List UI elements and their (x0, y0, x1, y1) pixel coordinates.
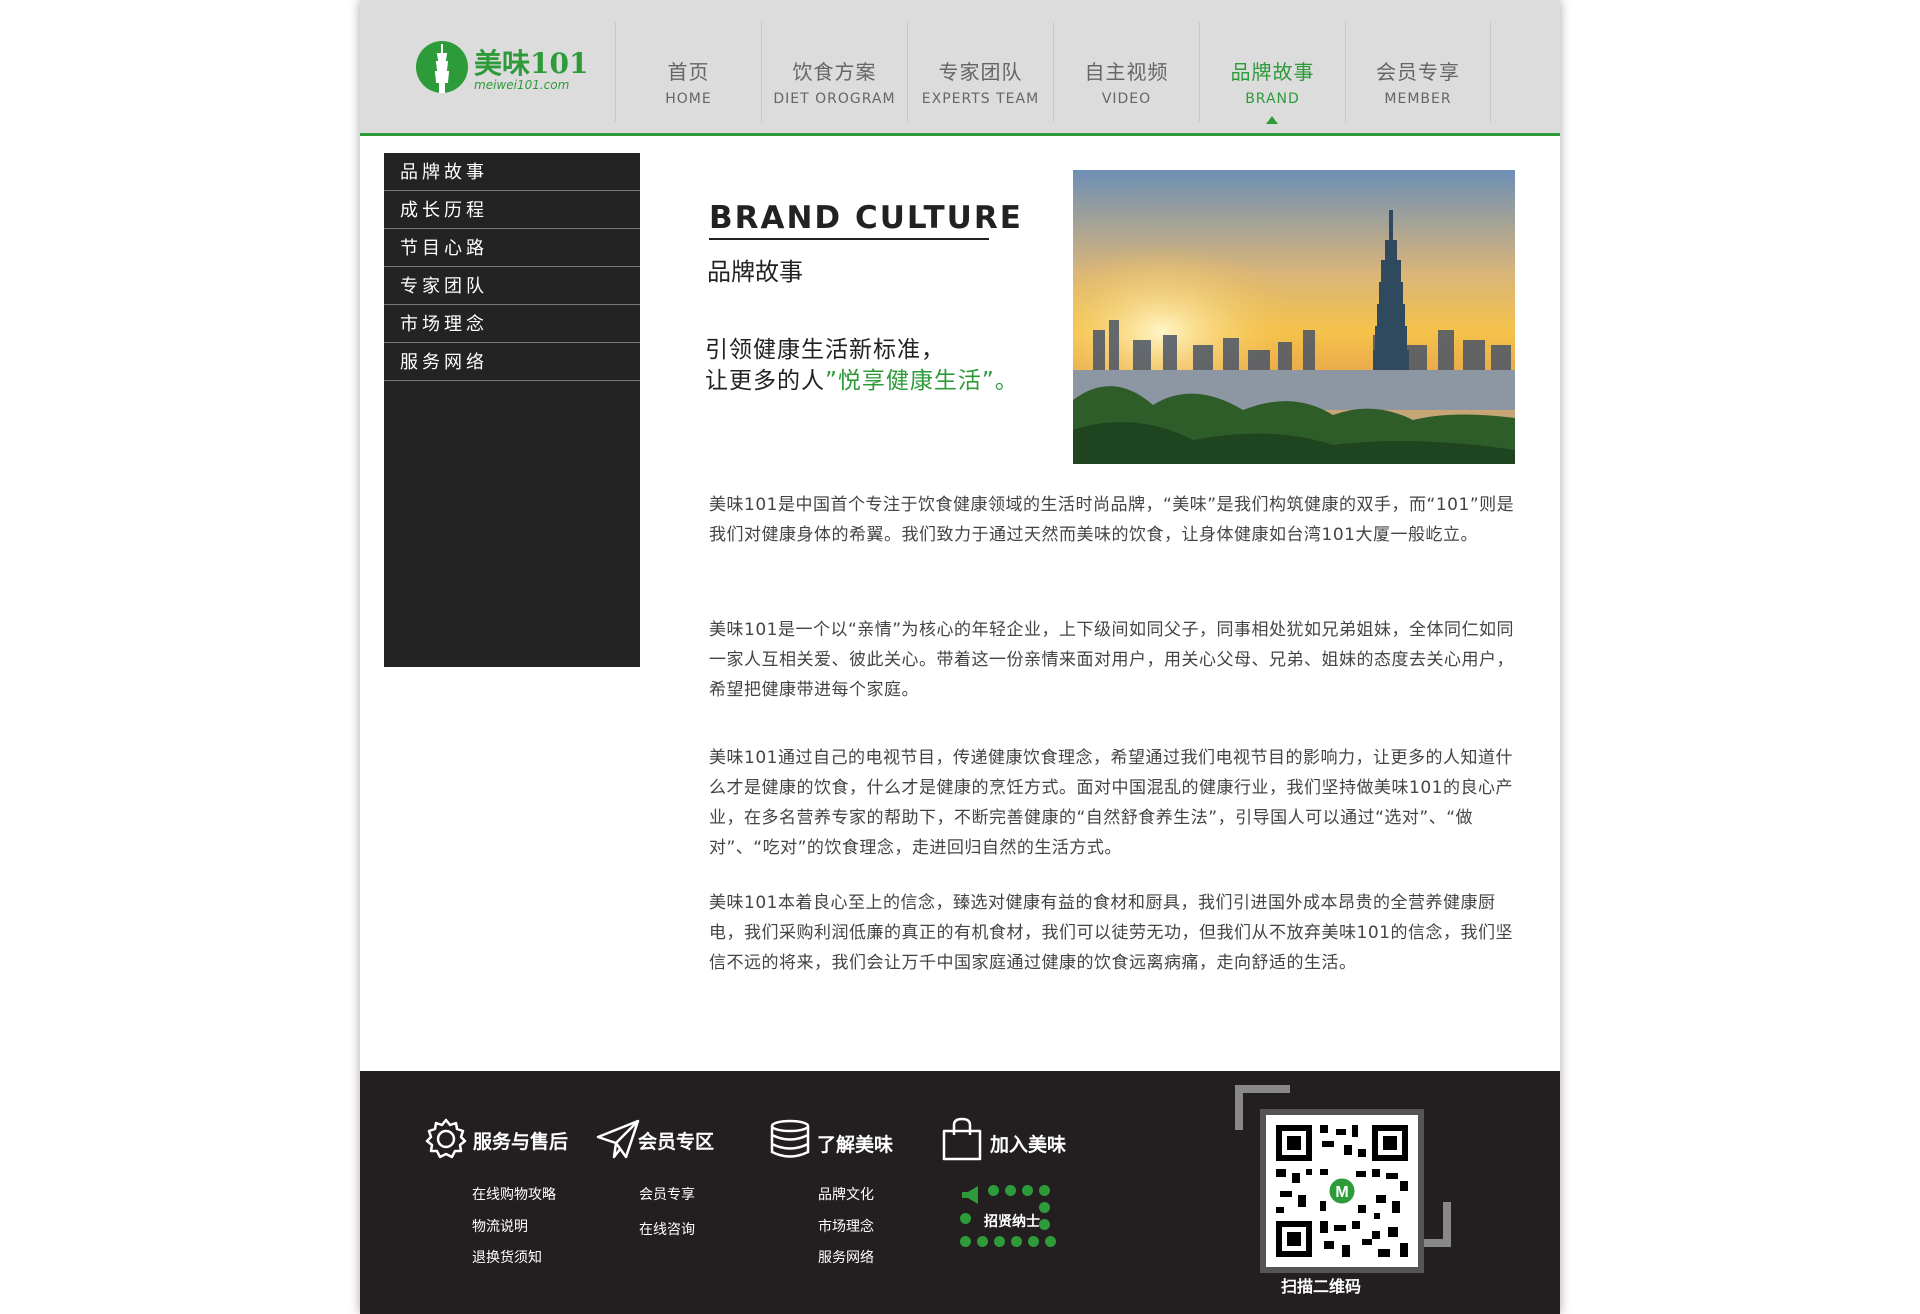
active-indicator-icon (1266, 116, 1278, 124)
footer-link-online-consult[interactable]: 在线咨询 (639, 1219, 695, 1239)
slogan-line-2: 让更多的人”悦享健康生活”。 (705, 361, 1019, 395)
nav-brand[interactable]: 品牌故事 BRAND (1199, 22, 1345, 124)
dot (977, 1236, 988, 1247)
page: 美味101 meiwei101.com 首页 HOME 饮食方案 DIET OR… (360, 0, 1560, 1314)
nav-sublabel: EXPERTS TEAM (921, 91, 1040, 107)
nav-sublabel: VIDEO (1101, 91, 1152, 107)
dot (1045, 1236, 1056, 1247)
paper-plane-icon (596, 1119, 640, 1159)
footer-link-market-philosophy[interactable]: 市场理念 (818, 1216, 874, 1236)
dot (988, 1185, 999, 1196)
footer-link-logistics[interactable]: 物流说明 (472, 1216, 528, 1236)
taipei-skyline-image (1073, 170, 1515, 464)
footer-title-service: 服务与售后 (473, 1131, 569, 1153)
header: 美味101 meiwei101.com 首页 HOME 饮食方案 DIET OR… (360, 0, 1560, 136)
nav-sublabel: DIET OROGRAM (773, 91, 896, 107)
slogan-suffix: 。 (994, 368, 1019, 394)
paragraph-2: 美味101是一个以“亲情”为核心的年轻企业，上下级间如同父子，同事相处犹如兄弟姐… (709, 620, 1515, 700)
nav-label: 饮食方案 (792, 60, 877, 84)
qr-code-icon: M (1260, 1109, 1424, 1273)
sidebar: 品牌故事 成长历程 节目心路 专家团队 市场理念 服务网络 (384, 153, 640, 667)
dot (1039, 1219, 1050, 1230)
nav-label: 自主视频 (1084, 60, 1169, 84)
slogan-line-1: 引领健康生活新标准， (705, 337, 945, 363)
nav-sublabel: BRAND (1245, 91, 1300, 107)
qr-caption: 扫描二维码 (1281, 1277, 1362, 1296)
dot (1022, 1185, 1033, 1196)
dot (1039, 1185, 1050, 1196)
sidebar-item-experts-team[interactable]: 专家团队 (384, 267, 640, 305)
footer-link-brand-culture[interactable]: 品牌文化 (818, 1184, 874, 1204)
title-underline (709, 238, 989, 240)
footer-link-member-exclusive[interactable]: 会员专享 (639, 1184, 695, 1204)
dot (1039, 1202, 1050, 1213)
svg-text:M: M (1335, 1184, 1348, 1201)
logo-text: 美味101 (474, 47, 589, 80)
footer-title-member: 会员专区 (638, 1131, 715, 1153)
dot (994, 1236, 1005, 1247)
nav-label: 品牌故事 (1230, 60, 1315, 84)
main-nav: 首页 HOME 饮食方案 DIET OROGRAM 专家团队 EXPERTS T… (615, 22, 1491, 124)
nav-diet-program[interactable]: 饮食方案 DIET OROGRAM (761, 22, 907, 122)
dot (1011, 1236, 1022, 1247)
nav-label: 首页 (667, 60, 710, 84)
page-subtitle: 品牌故事 (707, 258, 803, 286)
nav-video[interactable]: 自主视频 VIDEO (1053, 22, 1199, 122)
nav-sublabel: MEMBER (1384, 91, 1452, 107)
nav-label: 专家团队 (938, 60, 1023, 84)
page-title: BRAND CULTURE (709, 200, 1023, 236)
sidebar-item-brand-story[interactable]: 品牌故事 (384, 153, 640, 191)
gear-icon (425, 1118, 467, 1159)
sidebar-item-program-journey[interactable]: 节目心路 (384, 229, 640, 267)
dot (1028, 1236, 1039, 1247)
sidebar-item-market-philosophy[interactable]: 市场理念 (384, 305, 640, 343)
paragraph-1: 美味101是中国首个专注于饮食健康领域的生活时尚品牌，“美味”是我们构筑健康的双… (709, 495, 1515, 545)
nav-home[interactable]: 首页 HOME (615, 22, 761, 122)
nav-sublabel: HOME (665, 91, 712, 107)
paragraph-4: 美味101本着良心至上的信念，臻选对健康有益的食材和厨具，我们引进国外成本昂贵的… (709, 893, 1513, 973)
sidebar-item-service-network[interactable]: 服务网络 (384, 343, 640, 381)
footer-title-join: 加入美味 (990, 1134, 1067, 1156)
sidebar-item-growth-history[interactable]: 成长历程 (384, 191, 640, 229)
logo-domain: meiwei101.com (474, 78, 570, 92)
footer-link-recruitment[interactable]: 招贤纳士 (984, 1211, 1040, 1231)
footer-link-service-network[interactable]: 服务网络 (818, 1247, 874, 1267)
footer: 服务与售后 在线购物攻略 物流说明 退换货须知 会员专区 会员专享 在线咨询 了… (360, 1071, 1560, 1314)
footer-link-shopping-guide[interactable]: 在线购物攻略 (472, 1184, 556, 1204)
database-icon (770, 1119, 810, 1158)
shopping-bag-icon (942, 1117, 982, 1161)
dot (1005, 1185, 1016, 1196)
nav-experts-team[interactable]: 专家团队 EXPERTS TEAM (907, 22, 1053, 122)
slogan-prefix: 让更多的人 (705, 368, 825, 394)
nav-member[interactable]: 会员专享 MEMBER (1345, 22, 1491, 122)
nav-label: 会员专享 (1376, 60, 1460, 84)
paragraph-3: 美味101通过自己的电视节目，传递健康饮食理念，希望通过我们电视节目的影响力，让… (709, 748, 1513, 858)
footer-link-returns[interactable]: 退换货须知 (472, 1247, 542, 1267)
dot (960, 1213, 971, 1224)
slogan-highlight: ”悦享健康生活” (825, 368, 995, 394)
footer-title-about: 了解美味 (817, 1134, 894, 1156)
dot (960, 1236, 971, 1247)
